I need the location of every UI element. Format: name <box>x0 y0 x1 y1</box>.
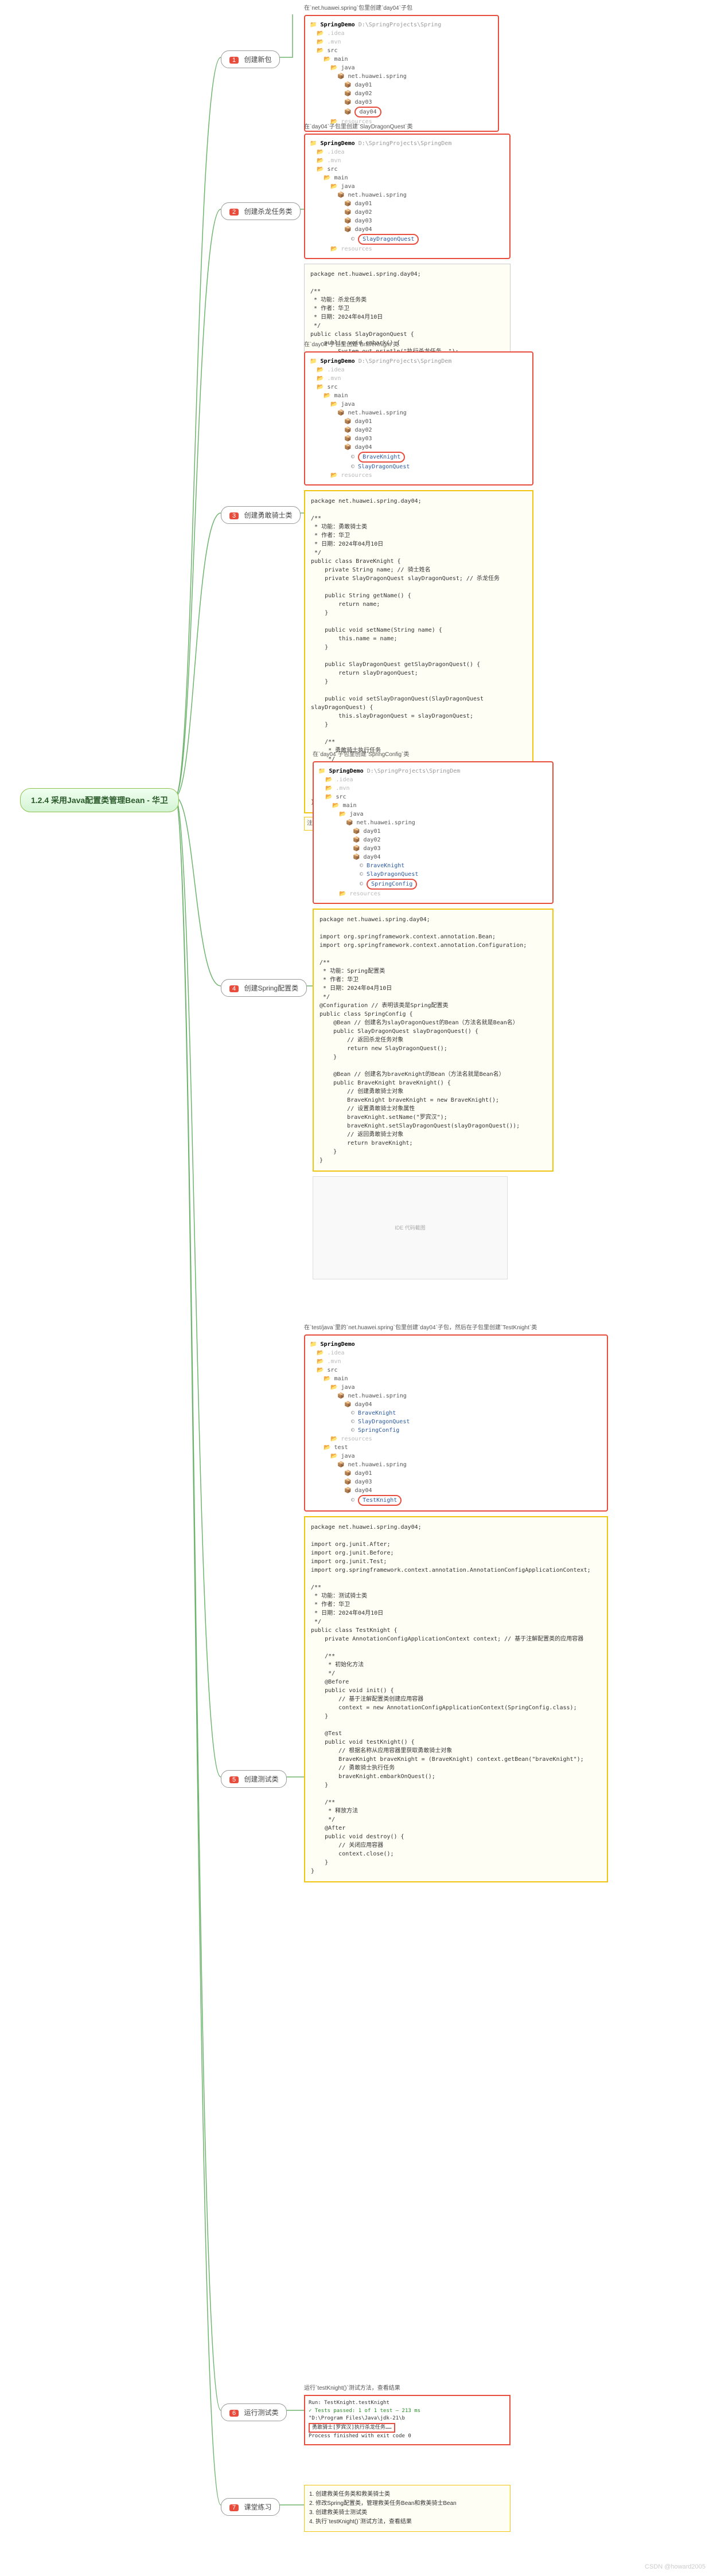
branch-label: 运行测试类 <box>244 2409 278 2417</box>
b7-list: 1. 创建救美任务类和救美骑士类2. 修改Spring配置类，管理救美任务Bea… <box>304 2485 511 2532</box>
b5-content: 在`test/java`里的`net.huawei.spring`包里创建`da… <box>304 1324 608 1882</box>
run-status: ✓ Tests passed: 1 of 1 test – 213 ms <box>309 2407 506 2416</box>
branch-label: 创建新包 <box>244 56 271 64</box>
branch-num: 1 <box>229 57 239 64</box>
b5-code: package net.huawei.spring.day04; import … <box>304 1516 608 1882</box>
b3-caption: 在`day04`子包里创建`BraveKnight`类 <box>304 341 533 349</box>
branch-num: 5 <box>229 1776 239 1783</box>
branch-num: 7 <box>229 2504 239 2511</box>
branch-label: 创建测试类 <box>244 1775 278 1783</box>
b6-runbox: Run: TestKnight.testKnight ✓ Tests passe… <box>304 2395 511 2445</box>
b1-content: 在`net.huawei.spring`包里创建`day04`子包 📁 Spri… <box>304 5 499 132</box>
b2-caption: 在`day04`子包里创建`SlayDragonQuest`类 <box>304 123 511 131</box>
branch-label: 课堂练习 <box>244 2503 271 2511</box>
branch-6[interactable]: 6 运行测试类 <box>221 2403 287 2421</box>
b4-content: 在`day04`子包里创建`SpringConfig`类 📁 SpringDem… <box>313 751 554 1279</box>
branch-3[interactable]: 3 创建勇敢骑士类 <box>221 506 301 524</box>
b6-content: 运行`testKnight()`测试方法，查看结果 Run: TestKnigh… <box>304 2385 511 2445</box>
b4-code: package net.huawei.spring.day04; import … <box>313 909 554 1172</box>
b6-caption: 运行`testKnight()`测试方法，查看结果 <box>304 2385 511 2393</box>
b5-caption: 在`test/java`里的`net.huawei.spring`包里创建`da… <box>304 1324 608 1332</box>
branch-7[interactable]: 7 课堂练习 <box>221 2498 280 2516</box>
run-jdk: "D:\Program Files\Java\jdk-21\b <box>309 2415 506 2423</box>
screenshot-label: IDE 代码截图 <box>395 1224 426 1232</box>
root-title: 1.2.4 采用Java配置类管理Bean - 华卫 <box>31 796 168 805</box>
branch-2[interactable]: 2 创建杀龙任务类 <box>221 202 301 220</box>
branch-num: 4 <box>229 985 239 992</box>
watermark: CSDN @howard2005 <box>645 2563 706 2570</box>
b1-caption: 在`net.huawei.spring`包里创建`day04`子包 <box>304 5 499 13</box>
branch-num: 3 <box>229 512 239 519</box>
b2-tree: 📁 SpringDemo D:\SpringProjects\SpringDem… <box>304 134 511 259</box>
b7-content: 1. 创建救美任务类和救美骑士类2. 修改Spring配置类，管理救美任务Bea… <box>304 2485 511 2532</box>
b3-tree: 📁 SpringDemo D:\SpringProjects\SpringDem… <box>304 351 533 486</box>
branch-num: 2 <box>229 209 239 216</box>
run-header: Run: TestKnight.testKnight <box>309 2399 506 2407</box>
b1-tree: 📁 SpringDemo D:\SpringProjects\Spring📂 .… <box>304 15 499 132</box>
branch-label: 创建勇敢骑士类 <box>244 511 292 519</box>
branch-num: 6 <box>229 2410 239 2417</box>
b5-tree: 📁 SpringDemo 📂 .idea📂 .mvn📂 src📂 main📂 j… <box>304 1334 608 1512</box>
b4-screenshot: IDE 代码截图 <box>313 1176 508 1279</box>
branch-5[interactable]: 5 创建测试类 <box>221 1770 287 1788</box>
branch-label: 创建杀龙任务类 <box>244 208 292 216</box>
branch-1[interactable]: 1 创建新包 <box>221 50 280 68</box>
branch-4[interactable]: 4 创建Spring配置类 <box>221 979 307 997</box>
run-output: 勇敢骑士[罗宾汉]执行杀龙任务…… <box>309 2423 395 2433</box>
run-exit: Process finished with exit code 0 <box>309 2433 506 2441</box>
root-node: 1.2.4 采用Java配置类管理Bean - 华卫 <box>20 788 179 812</box>
branch-label: 创建Spring配置类 <box>244 984 298 992</box>
b4-caption: 在`day04`子包里创建`SpringConfig`类 <box>313 751 554 759</box>
b4-tree: 📁 SpringDemo D:\SpringProjects\SpringDem… <box>313 761 554 904</box>
